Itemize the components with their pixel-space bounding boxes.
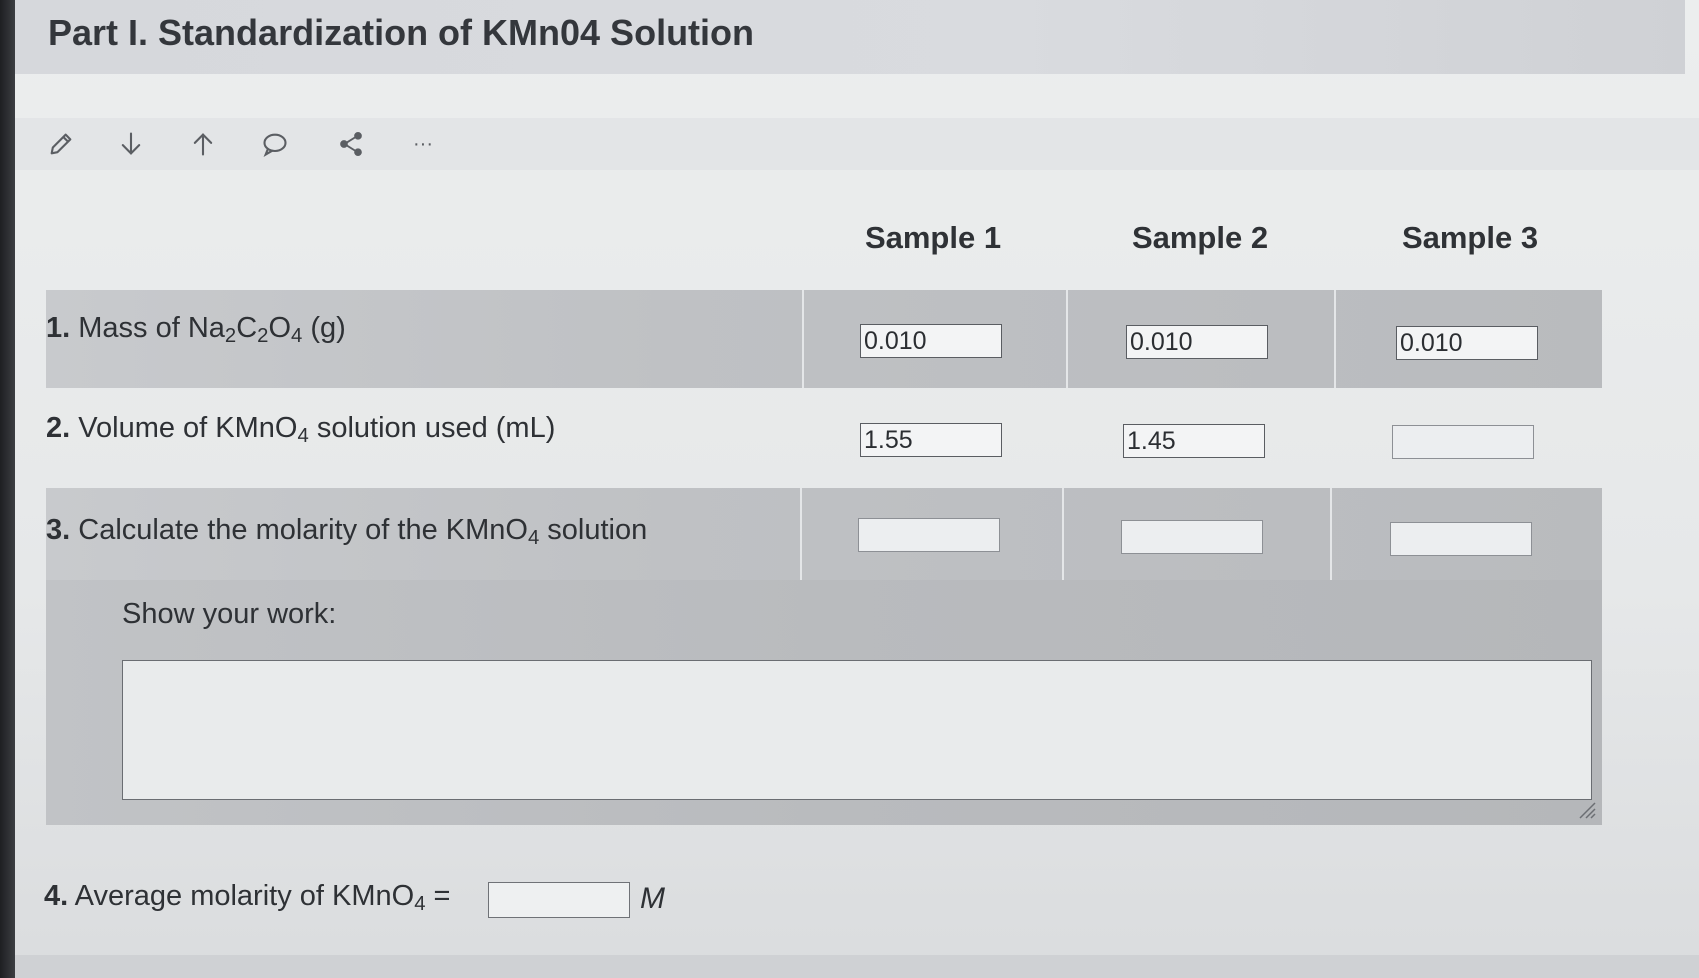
arrow-up-icon[interactable] bbox=[185, 126, 221, 162]
cell-divider bbox=[1330, 488, 1332, 580]
share-icon[interactable] bbox=[333, 126, 369, 162]
show-work-section: Show your work: bbox=[46, 580, 1602, 825]
table-row-volume: 2. Volume of KMnO4 solution used (mL) bbox=[46, 390, 1602, 486]
mass-input-sample-3[interactable] bbox=[1396, 326, 1538, 360]
column-header-sample-3: Sample 3 bbox=[1401, 220, 1539, 255]
resize-handle-icon[interactable] bbox=[1576, 799, 1596, 819]
volume-input-sample-3[interactable] bbox=[1392, 425, 1534, 459]
page-footer-band bbox=[15, 955, 1699, 978]
section-title: Part I. Standardization of KMn04 Solutio… bbox=[48, 12, 755, 53]
average-molarity-input[interactable] bbox=[488, 882, 630, 918]
column-header-sample-2: Sample 2 bbox=[1131, 220, 1269, 255]
cell-divider bbox=[802, 290, 804, 388]
volume-input-sample-1[interactable] bbox=[860, 423, 1002, 457]
arrow-down-icon[interactable] bbox=[113, 126, 149, 162]
row-label-mass: 1. Mass of Na2C2O4 (g) bbox=[46, 312, 346, 348]
comment-icon[interactable] bbox=[257, 126, 293, 162]
pencil-icon[interactable] bbox=[43, 126, 79, 162]
molarity-input-sample-1[interactable] bbox=[858, 518, 1000, 552]
molarity-input-sample-2[interactable] bbox=[1121, 520, 1263, 554]
volume-input-sample-2[interactable] bbox=[1123, 424, 1265, 458]
section-header: Part I. Standardization of KMn04 Solutio… bbox=[15, 0, 1685, 74]
show-work-label: Show your work: bbox=[122, 598, 337, 630]
cell-divider bbox=[1062, 488, 1064, 580]
table-row-molarity: 3. Calculate the molarity of the KMnO4 s… bbox=[46, 488, 1602, 580]
column-header-sample-1: Sample 1 bbox=[864, 220, 1002, 255]
mass-input-sample-2[interactable] bbox=[1126, 325, 1268, 359]
cell-divider bbox=[1066, 290, 1068, 388]
show-work-textarea[interactable] bbox=[122, 660, 1592, 800]
molarity-unit-label: M bbox=[640, 882, 665, 915]
molarity-input-sample-3[interactable] bbox=[1390, 522, 1532, 556]
average-molarity-label: 4. Average molarity of KMnO4 = bbox=[44, 880, 451, 916]
mass-input-sample-1[interactable] bbox=[860, 324, 1002, 358]
cell-divider bbox=[1334, 290, 1336, 388]
table-row-mass: 1. Mass of Na2C2O4 (g) bbox=[46, 290, 1602, 388]
more-icon[interactable]: ··· bbox=[405, 126, 441, 162]
row-label-volume: 2. Volume of KMnO4 solution used (mL) bbox=[46, 412, 556, 448]
cell-divider bbox=[800, 488, 802, 580]
row-label-molarity: 3. Calculate the molarity of the KMnO4 s… bbox=[46, 514, 648, 550]
question-toolbar: ··· bbox=[15, 118, 1699, 170]
screen-edge bbox=[0, 0, 15, 978]
